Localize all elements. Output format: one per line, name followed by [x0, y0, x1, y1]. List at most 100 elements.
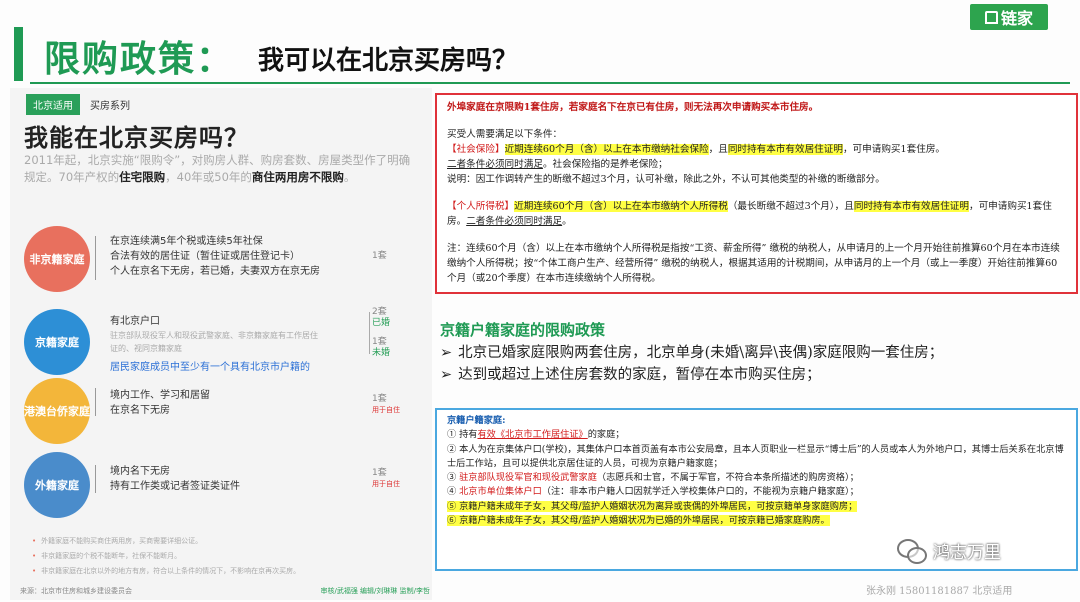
group-circle-beijing: 京籍家庭 — [24, 309, 90, 375]
item-red-text: 北京市单位集体户口 — [459, 486, 542, 498]
policy-point: 达到或超过上述住房套数的家庭，暂停在本市购买住房； — [440, 364, 943, 386]
intro-text-end: 。 — [343, 170, 356, 184]
count-label: 未婚 — [372, 348, 391, 358]
household-item: ③ 驻京部队现役军官和现役武警家庭（志愿兵和士官，不属于军官，不符合本条所描述的… — [447, 471, 1066, 485]
condition-item: 境内名下无房 — [110, 466, 170, 477]
conditions-foreign: 境内名下无房 持有工作类或记者签证类证件 — [110, 464, 240, 494]
condition-item: 持有工作类或记者签证类证件 — [110, 481, 240, 492]
count-value: 1套 — [372, 337, 387, 347]
explanation-text: 说明：因工作调转产生的断缴不超过3个月，认可补缴，除此之外，不认可其他类型的补缴… — [447, 174, 885, 185]
item-red-text: 驻京部队现役军官和现役武警家庭 — [459, 472, 597, 484]
bracket — [95, 465, 107, 493]
tag-series: 买房系列 — [90, 101, 130, 112]
rule-text: 。 — [562, 216, 572, 227]
count-foreign: 1套 用于自住 — [372, 468, 400, 490]
beijing-policy-points: 北京已婚家庭限购两套住房，北京单身(未婚\离异\丧偶)家庭限购一套住房； 达到或… — [440, 342, 943, 386]
conditions-non-beijing: 在京连续满5年个税或连续5年社保 合法有效的居住证（暂住证或居住登记卡） 个人在… — [110, 234, 320, 279]
count-non-beijing: 1套 — [372, 251, 387, 261]
rule-text: 。社会保险指的是养老保险； — [542, 159, 668, 170]
social-insurance-rule: 【社会保险】近期连续60个月（含）以上在本市缴纳社会保险，且同时持有本市有效居住… — [447, 142, 1066, 172]
conditions-hk-macao-taiwan: 境内工作、学习和居留 在京名下无房 — [110, 388, 210, 418]
group-circle-foreign: 外籍家庭 — [24, 452, 90, 518]
household-item: ① 持有有效《北京市工作居住证》的家庭； — [447, 428, 1066, 442]
intro-bold-commercial: 商住两用房不限购 — [251, 170, 344, 184]
count-single: 1套 未婚 — [372, 337, 390, 359]
count-value: 2套 — [372, 307, 387, 317]
infographic-title: 我能在北京买房吗？ — [24, 123, 249, 152]
infographic-notes: 外籍家庭不能购买商住两用房，买商需要详细公证。 非京籍家庭的个税不能断年，社保不… — [32, 534, 300, 579]
count-value: 1套 — [372, 394, 387, 404]
household-item: ④ 北京市单位集体户口（注：非本市户籍人口因就学迁入学校集体户口的，不能视为京籍… — [447, 485, 1066, 499]
page-title: 限购政策： — [44, 38, 235, 80]
household-item: ② 本人为在京集体户口(学校)，其集体户口本首页盖有本市公安局章，且本人页职业一… — [447, 443, 1064, 469]
title-divider — [30, 82, 1070, 84]
tag-region: 北京适用 — [26, 94, 80, 115]
source-text: 来源：北京市住房和城乡建设委员会 — [20, 587, 132, 595]
intro-bold-residential: 住宅限购 — [119, 170, 166, 184]
count-label: 用于自住 — [372, 406, 400, 414]
note-item: 非京籍家庭在北京以外的地方有房，符合以上条件的情况下，不影响在京再次买房。 — [32, 564, 300, 579]
item-text: ④ — [447, 486, 460, 498]
underline-text: 二者条件必须同时满足 — [466, 216, 563, 227]
tag-row: 北京适用 买房系列 — [26, 94, 132, 115]
group-circle-non-beijing: 非京籍家庭 — [24, 226, 90, 292]
note-item: 外籍家庭不能购买商住两用房，买商需要详细公证。 — [32, 534, 300, 549]
condition-note: 驻京部队现役军人和现役武警家庭、非京籍家庭有工作居住 — [110, 331, 318, 340]
condition-item: 合法有效的居住证（暂住证或居住登记卡） — [110, 251, 300, 262]
group-circle-hk-macao-taiwan: 港澳台侨家庭 — [24, 378, 90, 444]
infographic-panel: 北京适用 买房系列 我能在北京买房吗？ 2011年起，北京实施“限购令”，对购房… — [10, 88, 432, 600]
highlight-text: 近期连续60个月（含）以上在本市缴纳社会保险 — [504, 144, 709, 155]
condition-item: 个人在京名下无房，若已婚，夫妻双方在京无房 — [110, 266, 320, 277]
count-hk-macao-taiwan: 1套 用于自住 — [372, 394, 400, 416]
rule-tag: 【社会保险】 — [447, 144, 505, 155]
lianjia-logo: 链家 — [970, 4, 1048, 30]
condition-item: 在京连续满5年个税或连续5年社保 — [110, 236, 263, 247]
footer-contact: 张永刚 15801181887 北京适用 — [866, 586, 1013, 597]
item-text: ① 持有 — [447, 429, 478, 441]
infographic-footer: 来源：北京市住房和城乡建设委员会 审核/武福强 编辑/刘琳琳 监制/李哲 — [20, 586, 430, 596]
condition-item: 有北京户口 — [110, 316, 160, 327]
count-label: 已婚 — [372, 318, 391, 328]
count-married: 2套 已婚 — [372, 307, 390, 329]
non-local-policy-box: 外埠家庭在京限购1套住房，若家庭名下在京已有住房，则无法再次申请购买本市住房。 … — [435, 93, 1078, 294]
highlight-text: 同时持有本市有效居住证明 — [727, 144, 843, 155]
title-accent-bar — [14, 27, 23, 81]
beijing-section-title: 京籍户籍家庭的限购政策 — [440, 321, 606, 339]
credits-text: 审核/武福强 编辑/刘琳琳 监制/李哲 — [320, 587, 430, 595]
conditions-beijing: 有北京户口 驻京部队现役军人和现役武警家庭、非京籍家庭有工作居住 证的、视同京籍… — [110, 314, 318, 355]
bracket — [362, 312, 370, 354]
item-text: ③ — [447, 472, 460, 484]
page-subtitle: 我可以在北京买房吗？ — [258, 46, 519, 76]
tax-note: 注：连续60个月（含）以上在本市缴纳个人所得税是指按“工资、薪金所得” 缴税的纳… — [447, 243, 1060, 284]
count-label: 用于自住 — [372, 480, 400, 488]
note-item: 非京籍家庭的个税不能断年，社保不能断月。 — [32, 549, 300, 564]
bracket — [95, 388, 107, 416]
requirement-intro: 买受人需要满足以下条件： — [447, 129, 563, 140]
intro-text-mid: ，40年或50年的 — [165, 170, 252, 184]
wechat-icon — [897, 538, 927, 564]
house-icon — [984, 10, 998, 24]
rule-text: ，可申请购买1套住房。 — [842, 144, 946, 155]
policy-heading: 外埠家庭在京限购1套住房，若家庭名下在京已有住房，则无法再次申请购买本市住房。 — [447, 102, 819, 113]
condition-note: 证的、视同京籍家庭 — [110, 344, 182, 353]
highlight-text: 同时持有本市有效居住证明 — [853, 201, 969, 212]
highlight-text: 近期连续60个月（含）以上在本市缴纳个人所得税 — [514, 201, 728, 212]
policy-point: 北京已婚家庭限购两套住房，北京单身(未婚\离异\丧偶)家庭限购一套住房； — [440, 342, 943, 364]
rule-text: （最长断缴不超过3个月），且 — [727, 201, 854, 212]
underline-text: 二者条件必须同时满足 — [447, 159, 543, 170]
handwritten-note: 居民家庭成员中至少有一个具有北京市户籍的 — [110, 362, 310, 373]
count-value: 1套 — [372, 468, 387, 478]
infographic-intro: 2011年起，北京实施“限购令”，对购房人群、购房套数、房屋类型作了明确规定。7… — [24, 152, 419, 186]
rule-tag: 【个人所得税】 — [447, 201, 515, 212]
bracket — [95, 236, 107, 280]
household-heading: 京籍户籍家庭: — [447, 415, 506, 426]
household-item-highlight: ⑤ 京籍户籍未成年子女，其父母/监护人婚姻状况为离异或丧偶的外埠居民，可按京籍单… — [447, 500, 858, 512]
slide: 限购政策： 我可以在北京买房吗？ 链家 北京适用 买房系列 我能在北京买房吗？ … — [0, 0, 1080, 602]
rule-text: ，且 — [708, 144, 728, 155]
condition-item: 在京名下无房 — [110, 405, 170, 416]
item-text: （注：非本市户籍人口因就学迁入学校集体户口的，不能视为京籍户籍家庭）； — [541, 486, 859, 498]
logo-text: 链家 — [1000, 9, 1033, 28]
household-item-highlight: ⑥ 京籍户籍未成年子女，其父母/监护人婚姻状况为已婚的外埠居民，可按京籍已婚家庭… — [447, 515, 830, 527]
watermark-text: 鸿志万里 — [933, 543, 1001, 563]
item-red-text: 有效《北京市工作居住证》 — [477, 429, 588, 441]
